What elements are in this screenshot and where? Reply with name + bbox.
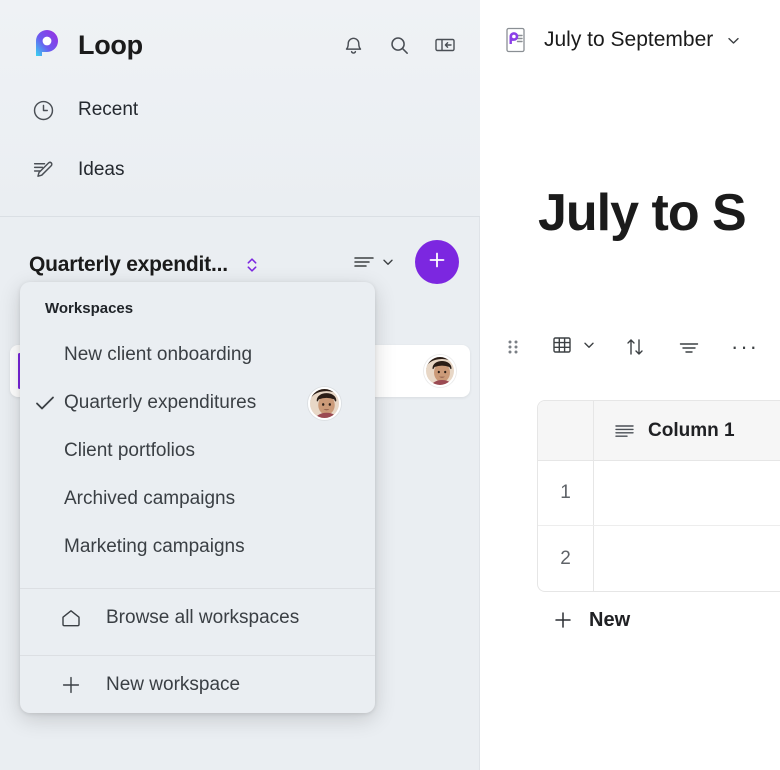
pencil-edit-icon <box>28 155 58 185</box>
loop-page-document-icon <box>500 24 532 56</box>
document-header: July to September <box>481 18 742 62</box>
workspace-menu-item-label: New client onboarding <box>64 344 253 365</box>
workspace-menu-item-label: Client portfolios <box>64 440 195 461</box>
table-cell[interactable] <box>594 461 780 525</box>
workspace-menu-item[interactable]: Client portfolios <box>0 429 355 473</box>
row-number-header <box>538 401 594 460</box>
table-row[interactable]: 1 <box>538 461 780 526</box>
avatar <box>308 386 341 420</box>
workspace-menu-item[interactable]: New client onboarding <box>0 333 355 377</box>
menu-action-label: New workspace <box>106 674 241 695</box>
table-row[interactable]: 2 <box>538 526 780 591</box>
clock-icon <box>28 95 58 125</box>
sidebar-item-recent[interactable]: Recent <box>28 90 328 130</box>
add-workspace-content-button[interactable] <box>415 240 459 284</box>
loop-app-window: Loop Recent Ideas Quarterly expendit... … <box>0 0 780 770</box>
brand-name: Loop <box>78 29 143 60</box>
workspace-menu-item-label: Archived campaigns <box>64 488 236 509</box>
chevron-down-icon <box>380 254 396 275</box>
sidebar: Loop Recent Ideas Quarterly expendit... … <box>0 0 480 770</box>
table-header-row: Column 1 <box>538 401 780 461</box>
text-column-icon <box>614 422 636 440</box>
row-number: 1 <box>538 461 594 525</box>
home-icon <box>58 605 84 631</box>
add-new-row-label: New <box>589 608 631 631</box>
brand-row: Loop <box>0 18 480 72</box>
menu-section-heading: Workspaces <box>45 300 134 317</box>
row-number: 2 <box>538 526 594 591</box>
plus-icon <box>58 672 84 698</box>
chevron-down-icon <box>581 337 597 358</box>
table-grid-icon <box>551 334 573 361</box>
workspace-menu-item-selected[interactable]: Quarterly expenditures <box>0 381 355 425</box>
workspace-menu-item[interactable]: Archived campaigns <box>0 477 355 521</box>
sort-lines-button[interactable] <box>352 252 396 277</box>
sidebar-header-icons <box>340 18 458 72</box>
workspace-menu-item[interactable]: Marketing campaigns <box>0 525 355 569</box>
table-cell[interactable] <box>594 526 780 591</box>
notifications-bell-icon[interactable] <box>340 32 366 58</box>
plus-icon <box>426 249 448 276</box>
plus-icon <box>551 609 575 631</box>
loop-logo-icon <box>28 26 66 64</box>
new-workspace-item[interactable]: New workspace <box>20 655 375 715</box>
workspace-title[interactable]: Quarterly expendit... <box>29 253 228 277</box>
sidebar-item-label: Recent <box>78 99 139 120</box>
data-table: Column 1 1 2 <box>537 400 780 592</box>
grid-toolbar: ··· <box>481 330 759 364</box>
workspace-menu-item-label: Marketing campaigns <box>64 536 245 557</box>
column-header-1[interactable]: Column 1 <box>594 401 780 460</box>
chevron-down-icon[interactable] <box>725 32 742 49</box>
table-view-button[interactable] <box>551 334 597 361</box>
chevron-up-down-icon[interactable] <box>240 252 264 278</box>
column-header-label: Column 1 <box>648 419 735 441</box>
checkmark-icon <box>34 393 60 413</box>
page-title[interactable]: July to S <box>538 183 747 243</box>
document-title[interactable]: July to September <box>544 28 713 52</box>
workspace-menu-item-label: Quarterly expenditures <box>64 392 257 413</box>
add-new-row-button[interactable]: New <box>551 603 630 637</box>
sort-arrows-icon[interactable] <box>623 335 647 359</box>
drag-handle-icon[interactable] <box>503 336 523 358</box>
document-panel: July to September July to S ··· Column 1… <box>481 0 780 770</box>
browse-all-workspaces-item[interactable]: Browse all workspaces <box>20 588 375 648</box>
sort-lines-icon <box>352 252 377 277</box>
sidebar-item-ideas[interactable]: Ideas <box>28 150 328 190</box>
sidebar-item-label: Ideas <box>78 159 125 180</box>
sidebar-divider <box>0 216 480 217</box>
more-options-icon[interactable]: ··· <box>731 336 759 358</box>
menu-action-label: Browse all workspaces <box>106 607 300 628</box>
search-icon[interactable] <box>386 32 412 58</box>
filter-icon[interactable] <box>677 337 701 357</box>
collapse-sidebar-icon[interactable] <box>432 32 458 58</box>
avatar <box>424 355 456 387</box>
